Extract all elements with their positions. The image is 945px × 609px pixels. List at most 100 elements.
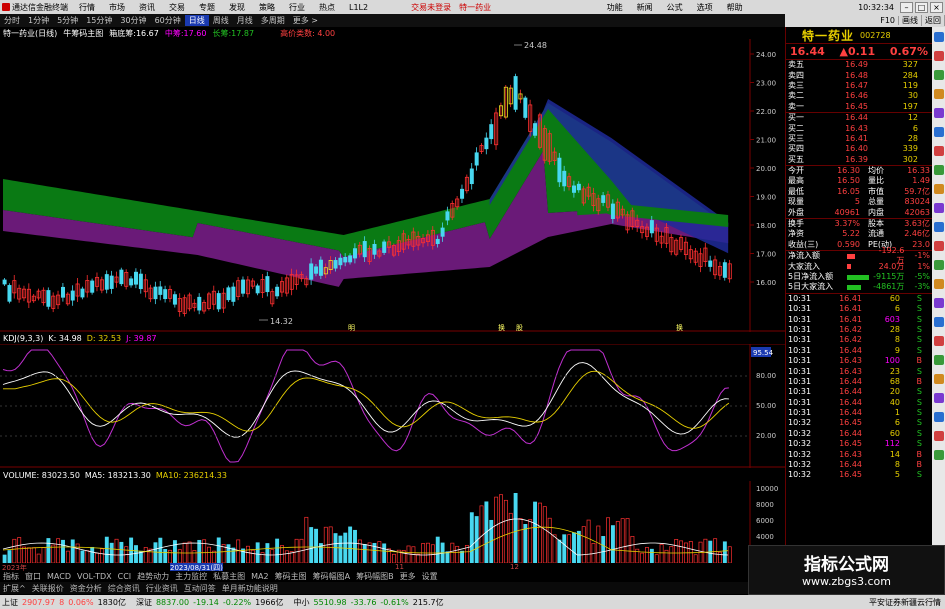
- period-1min[interactable]: 1分钟: [24, 15, 53, 26]
- menu-bangzhu[interactable]: 帮助: [720, 2, 750, 13]
- bid-row[interactable]: 买一 16.44 12: [786, 113, 932, 123]
- tab-industry-news[interactable]: 行业资讯: [143, 583, 181, 594]
- tick-row[interactable]: 10:32 16.45 112 S: [786, 439, 932, 449]
- period-60min[interactable]: 60分钟: [151, 15, 185, 26]
- sz-label[interactable]: 深证: [134, 597, 154, 608]
- tick-row[interactable]: 10:31 16.44 9 S: [786, 346, 932, 356]
- period-monthly[interactable]: 月线: [233, 15, 257, 26]
- period-daily[interactable]: 日线: [184, 15, 209, 26]
- tool-icon-21[interactable]: [933, 412, 944, 422]
- tab-trend[interactable]: 趋势动力: [134, 571, 172, 582]
- tick-row[interactable]: 10:32 16.44 8 B: [786, 460, 932, 470]
- tab-expand[interactable]: 扩展^: [0, 583, 29, 594]
- tick-row[interactable]: 10:31 16.42 28 S: [786, 325, 932, 335]
- bid-row[interactable]: 买二 16.43 6: [786, 123, 932, 133]
- menu-redian[interactable]: 热点: [312, 2, 342, 13]
- tick-row[interactable]: 10:32 16.45 6 S: [786, 418, 932, 428]
- bid-row[interactable]: 买四 16.40 339: [786, 144, 932, 154]
- tool-icon-8[interactable]: [933, 165, 944, 175]
- period-more[interactable]: 更多 >: [289, 15, 322, 26]
- kdj-chart[interactable]: 95.54 80.00 50.00 20.00: [0, 344, 785, 468]
- menu-shichang[interactable]: 市场: [102, 2, 132, 13]
- tab-news[interactable]: 综合资讯: [105, 583, 143, 594]
- tool-icon-15[interactable]: [933, 298, 944, 308]
- tab-chip-a[interactable]: 筹码幅图A: [310, 571, 353, 582]
- tab-chip-b[interactable]: 筹码幅图B: [353, 571, 397, 582]
- ask-row[interactable]: 卖二 16.46 30: [786, 91, 932, 101]
- tool-icon-23[interactable]: [933, 450, 944, 460]
- tab-more[interactable]: 更多: [397, 571, 419, 582]
- period-30min[interactable]: 30分钟: [116, 15, 150, 26]
- kline-chart[interactable]: 24.00 23.00 22.00 21.00 20.00 19.00 18.00 17.00…: [0, 39, 785, 332]
- tool-icon-18[interactable]: [933, 355, 944, 365]
- tab-new-features[interactable]: 单月新功能说明: [219, 583, 281, 594]
- tool-icon-9[interactable]: [933, 184, 944, 194]
- tab-ma2[interactable]: MA2: [248, 572, 271, 581]
- tool-icon-22[interactable]: [933, 431, 944, 441]
- tool-icon-3[interactable]: [933, 70, 944, 80]
- tick-row[interactable]: 10:31 16.41 6 S: [786, 304, 932, 314]
- volume-chart[interactable]: 10000 8000 6000 4000 2000: [0, 481, 785, 563]
- bid-row[interactable]: 买五 16.39 302: [786, 155, 932, 165]
- tool-icon-10[interactable]: [933, 203, 944, 213]
- bid-row[interactable]: 买三 16.41 28: [786, 134, 932, 144]
- ask-row[interactable]: 卖四 16.48 284: [786, 70, 932, 80]
- minimize-icon[interactable]: –: [900, 1, 913, 13]
- menu-gongshi[interactable]: 公式: [660, 2, 690, 13]
- tick-row[interactable]: 10:31 16.41 603 S: [786, 314, 932, 324]
- tick-row[interactable]: 10:31 16.44 40 S: [786, 398, 932, 408]
- tab-fund-analysis[interactable]: 资金分析: [67, 583, 105, 594]
- tool-icon-13[interactable]: [933, 260, 944, 270]
- tick-row[interactable]: 10:31 16.41 60 S: [786, 294, 932, 304]
- maximize-icon[interactable]: □: [915, 1, 928, 13]
- menu-celue[interactable]: 策略: [252, 2, 282, 13]
- menu-zixun[interactable]: 资讯: [132, 2, 162, 13]
- ask-row[interactable]: 卖三 16.47 119: [786, 81, 932, 91]
- tool-icon-2[interactable]: [933, 51, 944, 61]
- menu-xuanxiang[interactable]: 选项: [690, 2, 720, 13]
- menu-hangqing[interactable]: 行情: [72, 2, 102, 13]
- menu-faxian[interactable]: 发现: [222, 2, 252, 13]
- tab-vol-tdx[interactable]: VOL-TDX: [74, 572, 115, 581]
- tick-row[interactable]: 10:31 16.44 68 B: [786, 377, 932, 387]
- tool-icon-16[interactable]: [933, 317, 944, 327]
- tick-row[interactable]: 10:31 16.42 8 S: [786, 335, 932, 345]
- menu-gongneng[interactable]: 功能: [600, 2, 630, 13]
- period-5min[interactable]: 5分钟: [53, 15, 82, 26]
- close-icon[interactable]: ×: [930, 1, 943, 13]
- period-weekly[interactable]: 周线: [209, 15, 233, 26]
- ask-row[interactable]: 卖五 16.49 327: [786, 60, 932, 70]
- tab-private-main[interactable]: 私募主图: [210, 571, 248, 582]
- tab-main-monitor[interactable]: 主力监控: [172, 571, 210, 582]
- tick-row[interactable]: 10:32 16.43 14 B: [786, 449, 932, 459]
- tab-zhibiao[interactable]: 指标: [0, 571, 22, 582]
- login-status[interactable]: 交易未登录: [411, 2, 451, 13]
- tool-icon-12[interactable]: [933, 241, 944, 251]
- tick-row[interactable]: 10:32 16.44 60 S: [786, 429, 932, 439]
- tick-row[interactable]: 10:31 16.44 20 S: [786, 387, 932, 397]
- tab-cci[interactable]: CCI: [115, 572, 135, 581]
- tab-chuangkou[interactable]: 窗口: [22, 571, 44, 582]
- period-multi[interactable]: 多周期: [257, 15, 289, 26]
- tick-row[interactable]: 10:31 16.43 100 B: [786, 356, 932, 366]
- draw-line-button[interactable]: 画线: [899, 15, 922, 26]
- menu-jiaoyi[interactable]: 交易: [162, 2, 192, 13]
- tool-icon-11[interactable]: [933, 222, 944, 232]
- indicator-name[interactable]: 牛筹码主图: [63, 28, 103, 39]
- f10-button[interactable]: F10: [877, 16, 899, 25]
- period-fenshi[interactable]: 分时: [0, 15, 24, 26]
- tool-icon-7[interactable]: [933, 146, 944, 156]
- tool-icon-20[interactable]: [933, 393, 944, 403]
- menu-zhuanti[interactable]: 专题: [192, 2, 222, 13]
- sh-label[interactable]: 上证: [0, 597, 20, 608]
- tool-icon-19[interactable]: [933, 374, 944, 384]
- menu-hangye[interactable]: 行业: [282, 2, 312, 13]
- tab-related-quote[interactable]: 关联报价: [29, 583, 67, 594]
- tab-settings[interactable]: 设置: [419, 571, 441, 582]
- tab-qa[interactable]: 互动问答: [181, 583, 219, 594]
- tool-icon-5[interactable]: [933, 108, 944, 118]
- back-button[interactable]: 返回: [922, 15, 945, 26]
- tick-row[interactable]: 10:31 16.44 1 S: [786, 408, 932, 418]
- period-15min[interactable]: 15分钟: [82, 15, 116, 26]
- tool-icon-14[interactable]: [933, 279, 944, 289]
